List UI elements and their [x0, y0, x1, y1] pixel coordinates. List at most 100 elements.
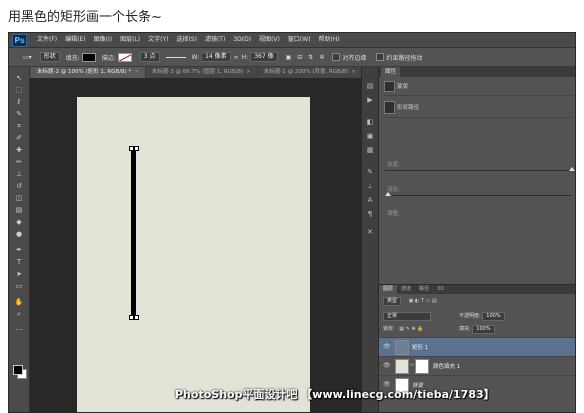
feather-slider-thumb[interactable]	[385, 192, 391, 196]
zoom-tool-icon[interactable]: ⌕	[14, 309, 24, 319]
menu-image[interactable]: 图像(I)	[90, 33, 116, 47]
tab-channels[interactable]: 通道	[397, 285, 415, 294]
history-icon[interactable]: ▤	[365, 81, 375, 91]
blend-mode-dropdown[interactable]: 正常	[383, 312, 431, 321]
link-icon[interactable]: ∞	[234, 54, 239, 61]
hand-tool-icon[interactable]: ✋	[14, 297, 24, 307]
lock-row: 锁定: ▦ ✎ ✥ 🔒	[383, 325, 423, 332]
mode-dropdown[interactable]: 形状	[38, 52, 60, 62]
layer-row[interactable]: 👁 ∞ 颜色填充 1	[379, 356, 575, 375]
menu-items: 文件(F) 编辑(E) 图像(I) 图层(L) 文字(Y) 选择(S) 滤镜(T…	[33, 33, 344, 47]
path-arrangement-icon[interactable]: ⇅	[308, 54, 313, 61]
history-brush-tool-icon[interactable]: ↺	[14, 181, 24, 191]
menu-bar: Ps 文件(F) 编辑(E) 图像(I) 图层(L) 文字(Y) 选择(S) 滤…	[9, 33, 575, 48]
fill-field[interactable]: 100%	[472, 325, 495, 334]
menu-type[interactable]: 文字(Y)	[144, 33, 172, 47]
menu-help[interactable]: 帮助(H)	[315, 33, 344, 47]
clone-source-icon[interactable]: ⊥	[365, 181, 375, 191]
watermark-text: PhotoShop平面设计吧 【www.linecg.com/tieba/178…	[175, 388, 495, 401]
pen-tool-icon[interactable]: ✒	[14, 245, 24, 255]
tab-properties[interactable]: 属性	[381, 67, 401, 77]
foreground-color-swatch[interactable]	[13, 365, 23, 375]
settings-gear-icon[interactable]: ✲	[319, 54, 324, 61]
menu-file[interactable]: 文件(F)	[33, 33, 61, 47]
width-field[interactable]: 14 像素	[201, 52, 231, 62]
tab-document-2[interactable]: 未标题-2 @ 100% (矩形 1, RGB/8) * ×	[31, 67, 145, 78]
visibility-eye-icon[interactable]: 👁	[383, 343, 391, 350]
clone-stamp-tool-icon[interactable]: ⊥	[14, 169, 24, 179]
tab-3d[interactable]: 3D	[433, 285, 448, 294]
layer-name: 矩形 1	[412, 345, 429, 351]
anchor-point-top-right[interactable]	[134, 146, 139, 151]
menu-select[interactable]: 选择(S)	[172, 33, 201, 47]
tab-layers[interactable]: 图层	[379, 285, 398, 294]
lock-icons[interactable]: ▦ ✎ ✥ 🔒	[399, 326, 423, 332]
filter-icons[interactable]: ▣ ◐ T ▭ ▤	[409, 298, 437, 304]
menu-layer[interactable]: 图层(L)	[116, 33, 144, 47]
eraser-tool-icon[interactable]: ◫	[14, 193, 24, 203]
healing-tool-icon[interactable]: ✚	[14, 145, 24, 155]
stroke-swatch[interactable]	[117, 52, 132, 62]
brush-presets-icon[interactable]: ✎	[365, 167, 375, 177]
tool-presets-icon[interactable]: ✕	[365, 227, 375, 237]
density-slider-thumb[interactable]	[569, 167, 575, 171]
edit-toolbar-icon[interactable]: …	[14, 323, 24, 333]
close-icon[interactable]: ×	[351, 69, 356, 75]
quick-select-tool-icon[interactable]: ✎	[14, 109, 24, 119]
layer-row[interactable]: 👁 矩形 1	[379, 337, 575, 356]
anchor-point-bottom-right[interactable]	[134, 315, 139, 320]
black-rectangle-shape[interactable]	[131, 148, 136, 318]
document-canvas[interactable]	[77, 97, 310, 412]
stroke-width-field[interactable]: 3 点	[138, 52, 160, 62]
actions-play-icon[interactable]: ▶	[365, 95, 375, 105]
align-edges-option[interactable]: 对齐边缘	[332, 53, 366, 62]
move-tool-icon[interactable]: ↖	[14, 73, 24, 83]
close-icon[interactable]: ×	[246, 69, 251, 75]
stroke-type-dropdown[interactable]	[165, 56, 186, 58]
type-tool-icon[interactable]: T	[14, 257, 24, 267]
eyedropper-tool-icon[interactable]: ✐	[14, 133, 24, 143]
constrain-path-option[interactable]: 约束路径拖动	[376, 53, 422, 62]
shape-layer-thumbnail	[395, 340, 409, 355]
constrain-path-checkbox[interactable]	[376, 53, 385, 61]
menu-3d[interactable]: 3D(D)	[229, 33, 255, 47]
fill-control[interactable]: 填充:	[66, 52, 96, 62]
tab-document-1[interactable]: 未标题-1 @ 200% (背景, RGB/8) ×	[257, 67, 362, 78]
gradient-tool-icon[interactable]: ▤	[14, 205, 24, 215]
menu-edit[interactable]: 编辑(E)	[61, 33, 89, 47]
tab-document-3[interactable]: 未标题-3 @ 66.7% (图层 1, RGB/8) ×	[145, 67, 257, 78]
paragraph-icon[interactable]: ¶	[365, 209, 375, 219]
align-edges-checkbox[interactable]	[332, 53, 341, 61]
layer-filter-row: 类型 ▣ ◐ T ▭ ▤	[383, 297, 437, 306]
crop-tool-icon[interactable]: ⌗	[14, 121, 24, 131]
path-alignment-icon[interactable]: ⊟	[297, 54, 302, 61]
menu-view[interactable]: 视图(V)	[255, 33, 284, 47]
character-icon[interactable]: A	[365, 195, 375, 205]
height-field[interactable]: 367 像	[250, 52, 278, 62]
opacity-field[interactable]: 100%	[482, 312, 505, 321]
adjustments-icon[interactable]: ◧	[365, 117, 375, 127]
layer-kind-dropdown[interactable]: 类型	[383, 297, 402, 306]
stroke-control[interactable]: 描边:	[102, 52, 132, 62]
feather-slider[interactable]	[385, 195, 571, 196]
close-icon[interactable]: ×	[134, 69, 139, 75]
tool-preset-icon[interactable]: ▭▾	[23, 54, 32, 61]
density-slider[interactable]	[385, 170, 571, 171]
marquee-tool-icon[interactable]: ⬚	[14, 85, 24, 95]
path-select-tool-icon[interactable]: ➤	[14, 269, 24, 279]
blur-tool-icon[interactable]: ◆	[14, 217, 24, 227]
brush-tool-icon[interactable]: ✏	[14, 157, 24, 167]
fill-swatch[interactable]	[81, 52, 96, 62]
lasso-tool-icon[interactable]: ℓ	[14, 97, 24, 107]
menu-filter[interactable]: 滤镜(T)	[201, 33, 229, 47]
tab-paths[interactable]: 路径	[415, 285, 433, 294]
rectangle-tool-icon[interactable]: ▭	[14, 281, 24, 291]
dodge-tool-icon[interactable]: ●	[14, 229, 24, 239]
mask-row[interactable]: 蒙版	[379, 80, 575, 92]
path-operations-icon[interactable]: ▣	[286, 54, 292, 61]
menu-window[interactable]: 窗口(W)	[284, 33, 315, 47]
visibility-eye-icon[interactable]: 👁	[383, 362, 391, 369]
swatches-icon[interactable]: ▦	[365, 145, 375, 155]
shape-path-row[interactable]: 形状路径	[379, 98, 575, 114]
styles-icon[interactable]: ▣	[365, 131, 375, 141]
